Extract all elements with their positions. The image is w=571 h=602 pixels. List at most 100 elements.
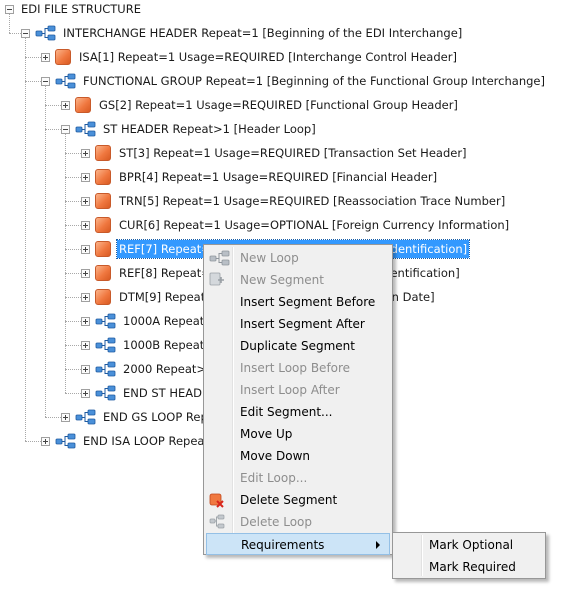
tree-connector-line bbox=[65, 369, 81, 370]
menu-item-edit-segment[interactable]: Edit Segment... bbox=[206, 401, 390, 423]
delete-loop-icon bbox=[209, 514, 225, 530]
menu-item-requirements[interactable]: Requirements bbox=[206, 533, 390, 555]
expand-icon[interactable] bbox=[41, 52, 50, 62]
expand-icon[interactable] bbox=[81, 364, 90, 374]
tree-connector-line bbox=[25, 38, 26, 441]
expand-icon[interactable] bbox=[61, 412, 70, 422]
tree-node-label: INTERCHANGE HEADER Repeat=1 [Beginning o… bbox=[63, 26, 463, 40]
expand-icon[interactable] bbox=[81, 388, 90, 398]
menu-item-label: New Loop bbox=[240, 251, 299, 265]
menu-item-label: Delete Loop bbox=[240, 515, 313, 529]
collapse-icon[interactable] bbox=[61, 124, 70, 134]
tree-node-end-isa-loop[interactable]: END ISA LOOP Repeat=1 bbox=[41, 430, 228, 452]
segment-icon bbox=[95, 217, 111, 233]
tree-connector-line bbox=[65, 201, 81, 202]
tree-connector-line bbox=[45, 129, 61, 130]
menu-item-duplicate-segment[interactable]: Duplicate Segment bbox=[206, 335, 390, 357]
expand-icon[interactable] bbox=[81, 340, 90, 350]
menu-item-label: Delete Segment bbox=[240, 493, 338, 507]
menu-item-label: Edit Segment... bbox=[240, 405, 333, 419]
menu-item-label: Insert Segment After bbox=[240, 317, 365, 331]
tree-connector-line bbox=[25, 57, 41, 58]
menu-item-label: Move Down bbox=[240, 449, 310, 463]
tree-node-label: GS[2] Repeat=1 Usage=REQUIRED [Functiona… bbox=[99, 98, 458, 112]
menu-item-move-down[interactable]: Move Down bbox=[206, 445, 390, 467]
tree-node-trn[interactable]: TRN[5] Repeat=1 Usage=REQUIRED [Reassoci… bbox=[81, 190, 507, 212]
expand-icon[interactable] bbox=[81, 196, 90, 206]
segment-icon bbox=[95, 241, 111, 257]
expand-icon[interactable] bbox=[81, 172, 90, 182]
menu-item-edit-loop[interactable]: Edit Loop... bbox=[206, 467, 390, 489]
requirements-submenu[interactable]: Mark Optional Mark Required bbox=[392, 532, 546, 579]
segment-icon bbox=[95, 265, 111, 281]
menu-item-delete-segment[interactable]: Delete Segment bbox=[206, 489, 390, 511]
menu-item-insert-segment-before[interactable]: Insert Segment Before bbox=[206, 291, 390, 313]
expand-icon[interactable] bbox=[81, 244, 90, 254]
segment-icon bbox=[95, 145, 111, 161]
segment-icon bbox=[95, 289, 111, 305]
expand-icon[interactable] bbox=[81, 220, 90, 230]
tree-node-st[interactable]: ST[3] Repeat=1 Usage=REQUIRED [Transacti… bbox=[81, 142, 469, 164]
loop-icon bbox=[75, 409, 97, 425]
tree-node-functional-group[interactable]: FUNCTIONAL GROUP Repeat=1 [Beginning of … bbox=[41, 70, 547, 92]
tree-connector-line bbox=[65, 345, 81, 346]
segment-icon bbox=[95, 193, 111, 209]
tree-node-1000b[interactable]: 1000B Repeat=1 bbox=[81, 334, 223, 356]
tree-connector-line bbox=[25, 441, 41, 442]
tree-connector-line bbox=[65, 134, 66, 393]
tree-node-st-header[interactable]: ST HEADER Repeat>1 [Header Loop] bbox=[61, 118, 318, 140]
tree-connector-line bbox=[45, 417, 61, 418]
menu-item-delete-loop[interactable]: Delete Loop bbox=[206, 511, 390, 533]
tree-connector-line bbox=[65, 177, 81, 178]
tree-node-isa[interactable]: ISA[1] Repeat=1 Usage=REQUIRED [Intercha… bbox=[41, 46, 459, 68]
expand-icon[interactable] bbox=[81, 148, 90, 158]
tree-node-label: ISA[1] Repeat=1 Usage=REQUIRED [Intercha… bbox=[79, 50, 457, 64]
submenu-arrow-icon bbox=[376, 541, 380, 549]
tree-node-gs[interactable]: GS[2] Repeat=1 Usage=REQUIRED [Functiona… bbox=[61, 94, 460, 116]
menu-item-label: Mark Optional bbox=[429, 538, 514, 552]
tree-node-label: ST HEADER Repeat>1 [Header Loop] bbox=[103, 122, 316, 136]
loop-icon bbox=[95, 313, 117, 329]
tree-node-label: EDI FILE STRUCTURE bbox=[21, 2, 141, 16]
expand-icon[interactable] bbox=[81, 268, 90, 278]
tree-node-bpr[interactable]: BPR[4] Repeat=1 Usage=REQUIRED [Financia… bbox=[81, 166, 439, 188]
submenu-item-mark-required[interactable]: Mark Required bbox=[395, 556, 543, 578]
context-menu[interactable]: New Loop New Segment Insert Segment Before… bbox=[203, 244, 393, 555]
tree-node-label: BPR[4] Repeat=1 Usage=REQUIRED [Financia… bbox=[119, 170, 438, 184]
collapse-icon[interactable] bbox=[21, 28, 30, 38]
tree-node-label: FUNCTIONAL GROUP Repeat=1 [Beginning of … bbox=[83, 74, 545, 88]
tree-node-end-st-header[interactable]: END ST HEADER bbox=[81, 382, 219, 404]
submenu-item-mark-optional[interactable]: Mark Optional bbox=[395, 534, 543, 556]
tree-connector-line bbox=[45, 105, 61, 106]
new-segment-icon bbox=[209, 272, 225, 288]
segment-icon bbox=[55, 49, 71, 65]
menu-item-insert-loop-after[interactable]: Insert Loop After bbox=[206, 379, 390, 401]
menu-item-new-loop[interactable]: New Loop bbox=[206, 247, 390, 269]
expand-icon[interactable] bbox=[41, 436, 50, 446]
loop-icon bbox=[209, 250, 230, 266]
tree-node-label: TRN[5] Repeat=1 Usage=REQUIRED [Reassoci… bbox=[119, 194, 506, 208]
menu-item-move-up[interactable]: Move Up bbox=[206, 423, 390, 445]
delete-segment-icon bbox=[209, 492, 225, 508]
menu-item-label: Mark Required bbox=[429, 560, 516, 574]
menu-item-label: Move Up bbox=[240, 427, 293, 441]
expand-icon[interactable] bbox=[61, 100, 70, 110]
collapse-icon[interactable] bbox=[41, 76, 50, 86]
tree-connector-line bbox=[9, 33, 21, 34]
tree-node-edi-file-structure[interactable]: EDI FILE STRUCTURE bbox=[5, 0, 143, 20]
tree-node-interchange-header[interactable]: INTERCHANGE HEADER Repeat=1 [Beginning o… bbox=[21, 22, 464, 44]
expand-icon[interactable] bbox=[81, 292, 90, 302]
loop-icon bbox=[95, 385, 117, 401]
menu-item-insert-loop-before[interactable]: Insert Loop Before bbox=[206, 357, 390, 379]
tree-node-2000[interactable]: 2000 Repeat>1 bbox=[81, 358, 215, 380]
collapse-icon[interactable] bbox=[5, 4, 14, 14]
tree-node-cur[interactable]: CUR[6] Repeat=1 Usage=OPTIONAL [Foreign … bbox=[81, 214, 511, 236]
expand-icon[interactable] bbox=[81, 316, 90, 326]
loop-icon bbox=[35, 25, 57, 41]
menu-item-new-segment[interactable]: New Segment bbox=[206, 269, 390, 291]
tree-connector-line bbox=[65, 297, 81, 298]
tree-node-1000a[interactable]: 1000A Repeat=1 bbox=[81, 310, 223, 332]
menu-item-label: Duplicate Segment bbox=[240, 339, 355, 353]
menu-item-insert-segment-after[interactable]: Insert Segment After bbox=[206, 313, 390, 335]
tree-connector-line bbox=[65, 273, 81, 274]
